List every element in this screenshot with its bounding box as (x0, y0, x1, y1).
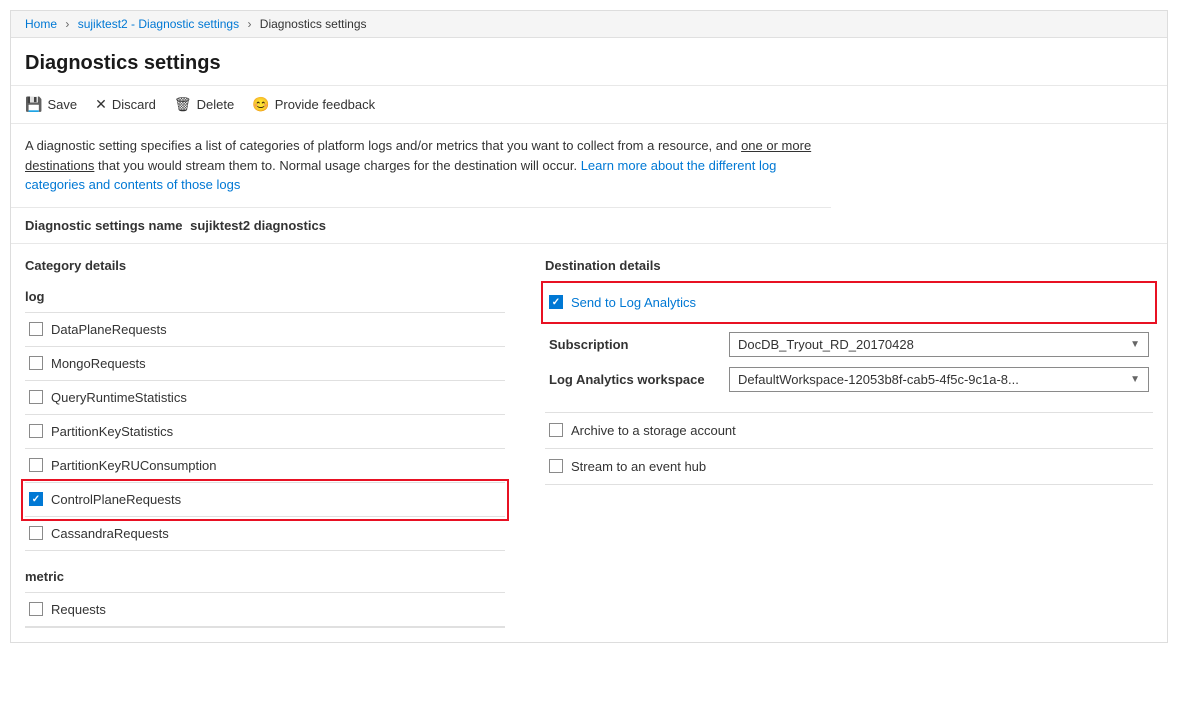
checkbox-mongo[interactable] (29, 356, 43, 370)
log-section-label: log (25, 285, 505, 312)
description-text: A diagnostic setting specifies a list of… (11, 124, 831, 208)
settings-name-value: sujiktest2 diagnostics (190, 218, 326, 233)
page-header: Diagnostics settings (11, 38, 1167, 86)
log-analytics-fields: Subscription DocDB_Tryout_RD_20170428 ▼ … (545, 322, 1153, 413)
workspace-row: Log Analytics workspace DefaultWorkspace… (549, 367, 1149, 392)
subscription-row: Subscription DocDB_Tryout_RD_20170428 ▼ (549, 332, 1149, 357)
workspace-label: Log Analytics workspace (549, 372, 729, 387)
workspace-dropdown-container: DefaultWorkspace-12053b8f-cab5-4f5c-9c1a… (729, 367, 1149, 392)
delete-button[interactable]: 🗑 Delete (174, 94, 234, 115)
checkbox-eventhub[interactable] (549, 459, 563, 473)
label-partitionkey: PartitionKeyStatistics (51, 424, 173, 439)
label-log-analytics: Send to Log Analytics (571, 295, 696, 310)
subscription-dropdown-container: DocDB_Tryout_RD_20170428 ▼ (729, 332, 1149, 357)
delete-icon: 🗑 (174, 96, 192, 113)
metric-section-label: metric (25, 565, 505, 592)
checkbox-requests[interactable] (29, 602, 43, 616)
feedback-icon: 😊 (252, 96, 269, 113)
label-archive: Archive to a storage account (571, 423, 736, 438)
log-analytics-option: Send to Log Analytics (545, 285, 1153, 320)
checkbox-queryruntime[interactable] (29, 390, 43, 404)
category-item-controlplane: ControlPlaneRequests (25, 483, 505, 517)
breadcrumb-sep1: › (65, 17, 69, 31)
category-header: Category details (25, 258, 505, 273)
subscription-value: DocDB_Tryout_RD_20170428 (738, 337, 914, 352)
workspace-chevron-icon: ▼ (1130, 374, 1140, 385)
label-mongo: MongoRequests (51, 356, 146, 371)
settings-name-label: Diagnostic settings name (25, 218, 182, 233)
category-item-queryruntime: QueryRuntimeStatistics (25, 381, 505, 415)
label-queryruntime: QueryRuntimeStatistics (51, 390, 187, 405)
label-cassandra: CassandraRequests (51, 526, 169, 541)
discard-icon: ✕ (95, 96, 107, 113)
checkbox-cassandra[interactable] (29, 526, 43, 540)
eventhub-option: Stream to an event hub (545, 449, 1153, 485)
category-item-dataplane: DataPlaneRequests (25, 313, 505, 347)
toolbar: 💾 Save ✕ Discard 🗑 Delete 😊 Provide feed… (11, 86, 1167, 124)
checkbox-archive[interactable] (549, 423, 563, 437)
category-metric-list: Requests (25, 592, 505, 628)
feedback-button[interactable]: 😊 Provide feedback (252, 94, 375, 115)
workspace-value: DefaultWorkspace-12053b8f-cab5-4f5c-9c1a… (738, 372, 1019, 387)
breadcrumb-sep2: › (247, 17, 251, 31)
workspace-dropdown[interactable]: DefaultWorkspace-12053b8f-cab5-4f5c-9c1a… (729, 367, 1149, 392)
metric-section: metric Requests (25, 565, 505, 628)
breadcrumb: Home › sujiktest2 - Diagnostic settings … (11, 11, 1167, 38)
subscription-label: Subscription (549, 337, 729, 352)
metric-list-end (25, 627, 505, 628)
page-container: Home › sujiktest2 - Diagnostic settings … (10, 10, 1168, 643)
label-partitionkeyru: PartitionKeyRUConsumption (51, 458, 216, 473)
main-content: Category details log DataPlaneRequests M… (11, 244, 1167, 642)
subscription-dropdown[interactable]: DocDB_Tryout_RD_20170428 ▼ (729, 332, 1149, 357)
log-analytics-section: Send to Log Analytics (545, 285, 1153, 320)
destination-header: Destination details (545, 258, 1153, 273)
label-dataplane: DataPlaneRequests (51, 322, 167, 337)
category-item-cassandra: CassandraRequests (25, 517, 505, 551)
subscription-chevron-icon: ▼ (1130, 339, 1140, 350)
discard-button[interactable]: ✕ Discard (95, 94, 156, 115)
page-title: Diagnostics settings (25, 52, 1153, 75)
archive-option: Archive to a storage account (545, 413, 1153, 449)
category-item-mongo: MongoRequests (25, 347, 505, 381)
label-controlplane: ControlPlaneRequests (51, 492, 181, 507)
save-button[interactable]: 💾 Save (25, 94, 77, 115)
breadcrumb-home[interactable]: Home (25, 17, 57, 31)
breadcrumb-parent[interactable]: sujiktest2 - Diagnostic settings (78, 17, 239, 31)
destination-panel: Destination details Send to Log Analytic… (535, 258, 1153, 628)
category-item-partitionkey: PartitionKeyStatistics (25, 415, 505, 449)
checkbox-partitionkeyru[interactable] (29, 458, 43, 472)
save-icon: 💾 (25, 96, 42, 113)
checkbox-dataplane[interactable] (29, 322, 43, 336)
category-log-list: DataPlaneRequests MongoRequests QueryRun… (25, 312, 505, 551)
category-panel: Category details log DataPlaneRequests M… (25, 258, 535, 628)
category-item-requests: Requests (25, 593, 505, 627)
checkbox-partitionkey[interactable] (29, 424, 43, 438)
label-requests: Requests (51, 602, 106, 617)
breadcrumb-current: Diagnostics settings (260, 17, 367, 31)
checkbox-log-analytics[interactable] (549, 295, 563, 309)
category-item-partitionkeyru: PartitionKeyRUConsumption (25, 449, 505, 483)
label-eventhub: Stream to an event hub (571, 459, 706, 474)
checkbox-controlplane[interactable] (29, 492, 43, 506)
settings-name-row: Diagnostic settings name sujiktest2 diag… (11, 208, 1167, 244)
